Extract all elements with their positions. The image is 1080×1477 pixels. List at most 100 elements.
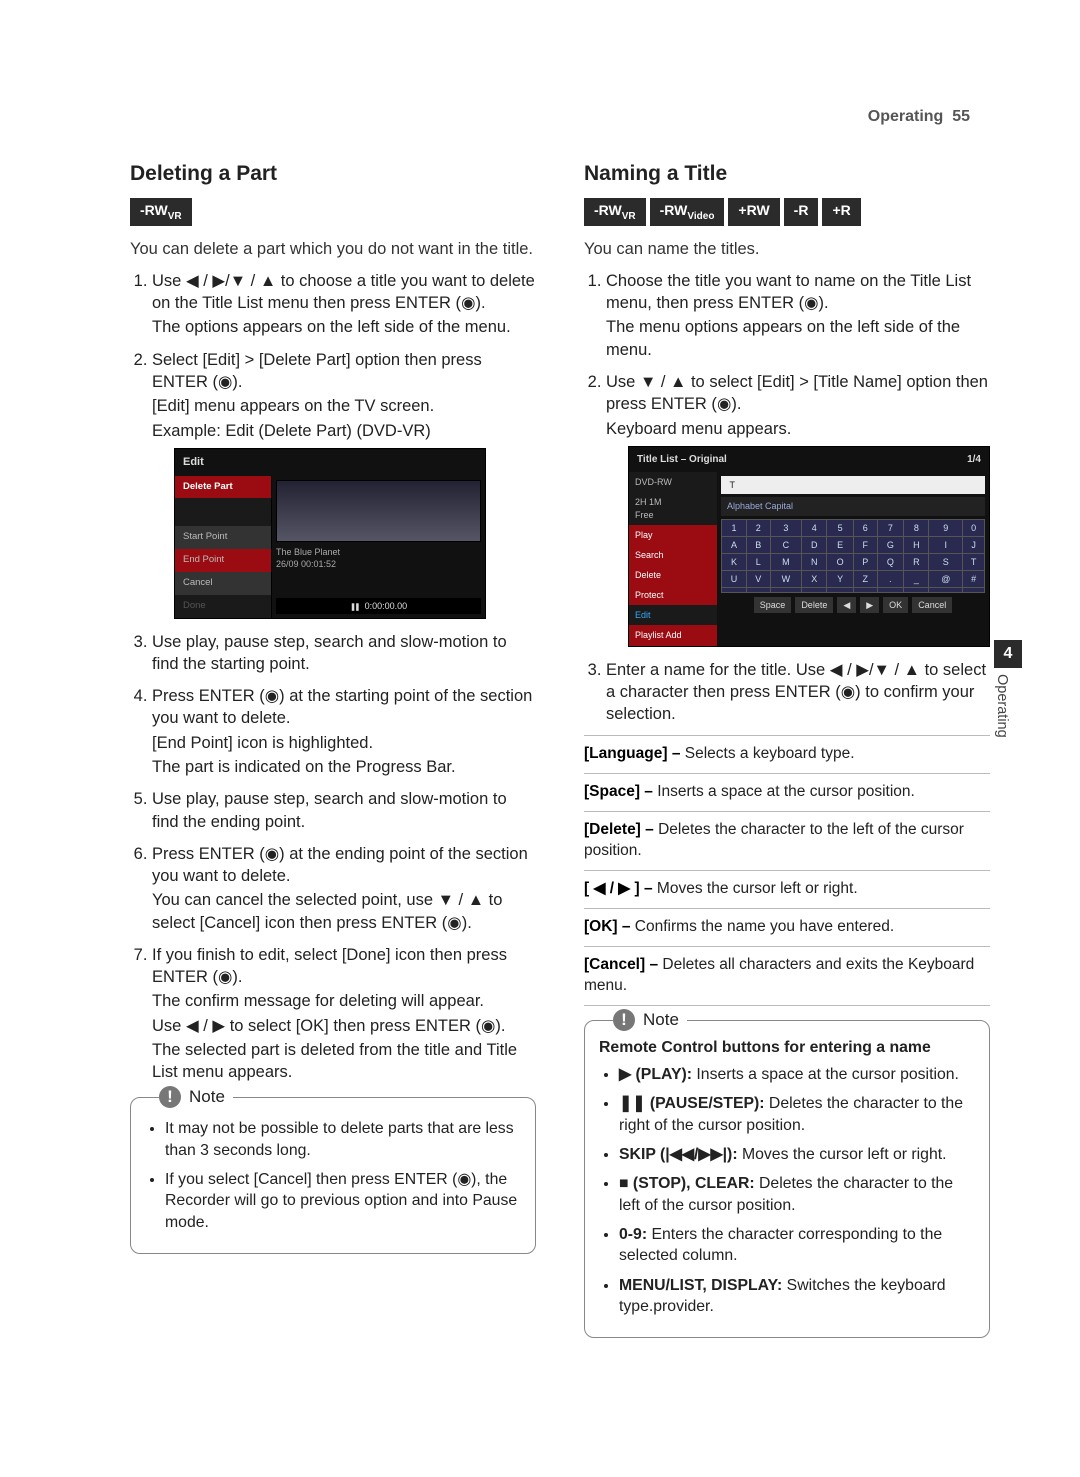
key-cell: F	[854, 536, 877, 553]
shot2-side-item: Protect	[629, 585, 717, 605]
key-cell	[877, 588, 904, 593]
key-cell	[929, 588, 963, 593]
shot2-keyset: Alphabet Capital	[721, 497, 985, 515]
key-cell	[722, 588, 747, 593]
badge-plus-r: +R	[822, 198, 860, 225]
badge-rwvr: -RWVR	[130, 198, 192, 225]
down-icon	[438, 891, 454, 909]
enter-icon	[804, 294, 818, 312]
up-icon	[468, 891, 484, 909]
key-cell: A	[722, 536, 747, 553]
key-cell: 9	[929, 519, 963, 536]
key-cell: 1	[722, 519, 747, 536]
chapter-label: Operating	[994, 674, 1010, 738]
shot-side-item: Done	[175, 595, 271, 618]
right-steps: Choose the title you want to name on the…	[584, 270, 990, 725]
pause-icon	[350, 600, 359, 612]
left-note: Note It may not be possible to delete pa…	[130, 1097, 536, 1254]
left-icon	[830, 661, 843, 679]
shot-media-info: 26/09 00:01:52	[276, 558, 481, 570]
badge-minus-r: -R	[784, 198, 819, 225]
shot2-side-item: Search	[629, 545, 717, 565]
right-intro: You can name the titles.	[584, 238, 990, 260]
key-cell: V	[747, 570, 770, 587]
left-step-5: Use play, pause step, search and slow-mo…	[152, 788, 536, 833]
left-column: Deleting a Part -RWVR You can delete a p…	[130, 100, 536, 1352]
key-cell: Z	[854, 570, 877, 587]
left-disc-badges: -RWVR	[130, 198, 536, 225]
down-icon	[874, 661, 890, 679]
chapter-number: 4	[994, 640, 1022, 668]
key-cell: @	[929, 570, 963, 587]
badge-rwvr: -RWVR	[584, 198, 646, 225]
key-cell: S	[929, 553, 963, 570]
right-note-item: SKIP (|◀◀/▶▶|): Moves the cursor left or…	[619, 1144, 975, 1165]
enter-icon	[481, 1017, 495, 1035]
key-cell: P	[854, 553, 877, 570]
shot2-disc: DVD-RW	[629, 472, 717, 492]
left-step-4: Press ENTER () at the starting point of …	[152, 685, 536, 778]
right-note-item: ❚❚ (PAUSE/STEP): Deletes the character t…	[619, 1093, 975, 1136]
key-cell	[747, 588, 770, 593]
down-icon	[230, 272, 246, 290]
badge-plus-rw: +RW	[728, 198, 779, 225]
right-note-item: MENU/LIST, DISPLAY: Switches the keyboar…	[619, 1275, 975, 1318]
key-cell: 8	[904, 519, 929, 536]
shot2-side-item: Edit	[629, 605, 717, 625]
running-head: Operating 55	[868, 108, 970, 126]
right-column: Naming a Title -RWVR -RWVideo +RW -R +R …	[584, 100, 990, 1352]
left-note-item: If you select [Cancel] then press ENTER …	[165, 1169, 521, 1233]
up-icon	[904, 661, 920, 679]
running-head-page: 55	[952, 108, 970, 125]
keyboard-grid: 1234567890ABCDEFGHIJKLMNOPQRSTUVWXYZ._@#	[721, 519, 985, 594]
enter-icon	[265, 845, 279, 863]
note-label: Note	[159, 1086, 233, 1109]
shot2-side-item: Play	[629, 525, 717, 545]
key-cell: N	[802, 553, 827, 570]
shot2-keyboard: T Alphabet Capital 1234567890ABCDEFGHIJK…	[717, 472, 989, 645]
key-cell: _	[904, 570, 929, 587]
key-cell: 6	[854, 519, 877, 536]
key-cell	[904, 588, 929, 593]
definition-row: [Language] – Selects a keyboard type.	[584, 735, 990, 773]
right-icon	[212, 272, 225, 290]
key-cell: L	[747, 553, 770, 570]
key-cell: 3	[770, 519, 802, 536]
key-cell: G	[877, 536, 904, 553]
right-note: Note Remote Control buttons for entering…	[584, 1020, 990, 1338]
key-cell: Y	[827, 570, 854, 587]
shot-title: Edit	[175, 449, 485, 476]
note-label: Note	[613, 1009, 687, 1032]
left-steps: Use / / / to choose a title you want to …	[130, 270, 536, 1084]
enter-icon	[218, 373, 232, 391]
shot-side-item: Start Point	[175, 526, 271, 549]
right-note-heading: Remote Control buttons for entering a na…	[599, 1037, 975, 1058]
badge-rwvideo: -RWVideo	[650, 198, 725, 225]
shot2-side-item: Playlist Add	[629, 625, 717, 645]
down-icon	[640, 373, 656, 391]
left-note-item: It may not be possible to delete parts t…	[165, 1118, 521, 1161]
key-cell: 4	[802, 519, 827, 536]
enter-icon	[461, 294, 475, 312]
shot-side-item: Delete Part	[175, 476, 271, 499]
shot-thumbnail	[276, 480, 481, 542]
key-cell: 2	[747, 519, 770, 536]
right-note-item: 0-9: Enters the character corresponding …	[619, 1224, 975, 1267]
key-cell	[963, 588, 985, 593]
key-cell	[770, 588, 802, 593]
right-step-2: Use / to select [Edit] > [Title Name] op…	[606, 371, 990, 647]
key-cell: T	[963, 553, 985, 570]
shot-media-title: The Blue Planet	[276, 546, 481, 558]
enter-icon	[841, 683, 855, 701]
definition-row: [Delete] – Deletes the character to the …	[584, 811, 990, 870]
shot2-pager: 1/4	[967, 453, 981, 467]
key-cell: H	[904, 536, 929, 553]
left-step-2: Select [Edit] > [Delete Part] option the…	[152, 349, 536, 619]
definition-row: [Cancel] – Deletes all characters and ex…	[584, 946, 990, 1005]
shot-progress-bar: 0:00:00.00	[276, 598, 481, 614]
enter-icon	[447, 914, 461, 932]
left-icon	[186, 272, 199, 290]
edit-menu-screenshot: Edit Delete Part Start Point End Point C…	[174, 448, 486, 619]
left-step-7: If you finish to edit, select [Done] ico…	[152, 944, 536, 1084]
key-cell: E	[827, 536, 854, 553]
